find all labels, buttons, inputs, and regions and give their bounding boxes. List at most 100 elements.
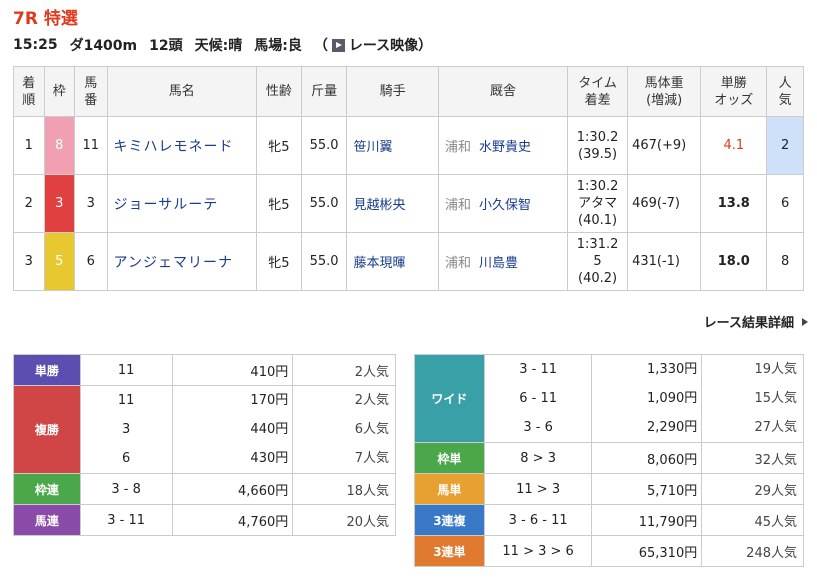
- payout-row: ワイド 3 - 11 6 - 11 3 - 6 1,330円 1,090円 2,…: [414, 354, 804, 443]
- header-rank: 着順: [13, 66, 45, 117]
- payout-combo: 3 - 8: [79, 473, 173, 505]
- payout-combo: 3 - 11: [79, 504, 173, 536]
- payout-row: 枠単 8 > 3 8,060円 32人気: [414, 442, 804, 474]
- payout-pop: 2人気 6人気 7人気: [292, 385, 396, 474]
- trainer-link[interactable]: 川島豊: [479, 256, 518, 271]
- payout-table-right: ワイド 3 - 11 6 - 11 3 - 6 1,330円 1,090円 2,…: [414, 354, 804, 567]
- jockey-cell: 藤本現暉: [346, 232, 439, 291]
- race-detail-label: レース結果詳細: [703, 316, 794, 331]
- horse-name-link[interactable]: ジョーサルーテ: [114, 197, 219, 213]
- payout-combo: 11: [79, 354, 173, 386]
- header-number: 馬番: [74, 66, 108, 117]
- payout-label: 馬単: [414, 473, 485, 505]
- payout-row: 3連複 3 - 6 - 11 11,790円 45人気: [414, 504, 804, 536]
- payout-label: ワイド: [414, 354, 485, 443]
- payout-pop: 20人気: [292, 504, 396, 536]
- body-weight-cell: 431(-1): [627, 232, 702, 291]
- stable-area: 浦和: [444, 140, 471, 155]
- time-cell: 1:30.2 (39.5): [567, 116, 629, 175]
- race-detail-link[interactable]: レース結果詳細: [704, 312, 808, 331]
- payout-yen: 5,710円: [591, 473, 703, 505]
- payout-label: 3連複: [414, 504, 485, 536]
- odds-cell: 4.1: [700, 116, 768, 175]
- payout-yen: 8,060円: [591, 442, 703, 474]
- horse-name-cell: アンジェマリーナ: [106, 232, 257, 291]
- stable-cell: 浦和 水野貴史: [437, 116, 569, 175]
- payout-pop: 2人気: [292, 354, 396, 386]
- payout-combo: 8 > 3: [483, 442, 593, 474]
- payout-pop: 18人気: [292, 473, 396, 505]
- results-header-row: 着順 枠 馬番 馬名 性齢 斤量 騎手 厩舎 タイム 着差 馬体重 (増減) 単勝オ…: [13, 66, 804, 117]
- play-icon: [331, 38, 345, 52]
- payout-combo: 11 > 3: [483, 473, 593, 505]
- payout-yen: 4,660円: [171, 473, 294, 505]
- payout-pop: 19人気 15人気 27人気: [701, 354, 804, 443]
- horse-name-cell: キミハレモネード: [106, 116, 257, 175]
- jockey-link[interactable]: 笹川翼: [353, 140, 392, 155]
- jockey-link[interactable]: 藤本現暉: [353, 256, 405, 271]
- arrow-right-icon: [802, 317, 808, 326]
- result-row: 2 3 3 ジョーサルーテ 牝5 55.0 見越彬央 浦和 小久保智 1:30.2…: [13, 174, 804, 233]
- body-weight-cell: 469(-7): [627, 174, 702, 233]
- header-odds: 単勝 オッズ: [700, 66, 768, 117]
- race-weather: 天候:晴: [194, 38, 243, 54]
- payout-row: 複勝 11 3 6 170円 440円 430円 2人気 6人気 7人気: [13, 385, 396, 474]
- odds-cell: 18.0: [700, 232, 768, 291]
- popularity-cell: 6: [766, 174, 804, 233]
- payout-row: 枠連 3 - 8 4,660円 18人気: [13, 473, 396, 505]
- payout-yen: 11,790円: [591, 504, 703, 536]
- weight-cell: 55.0: [300, 116, 348, 175]
- payout-label: 枠単: [414, 442, 485, 474]
- payout-pop: 248人気: [701, 535, 804, 567]
- header-sex-age: 性齢: [255, 66, 302, 117]
- header-time: タイム 着差: [567, 66, 629, 117]
- body-weight-cell: 467(+9): [627, 116, 702, 175]
- sex-age-cell: 牝5: [255, 174, 302, 233]
- payout-combo: 11 > 3 > 6: [483, 535, 593, 567]
- header-horse-name: 馬名: [106, 66, 257, 117]
- race-time: 15:25: [13, 37, 58, 53]
- payout-label: 3連単: [414, 535, 485, 567]
- time-cell: 1:31.2 5 (40.2): [567, 232, 629, 291]
- jockey-cell: 笹川翼: [346, 116, 439, 175]
- jockey-link[interactable]: 見越彬央: [353, 198, 405, 213]
- race-heads: 12頭: [149, 38, 183, 54]
- header-popularity: 人気: [766, 66, 804, 117]
- payout-label: 枠連: [13, 473, 81, 505]
- video-close-paren: ）: [418, 38, 433, 54]
- stable-area: 浦和: [444, 198, 471, 213]
- popularity-cell: 8: [766, 232, 804, 291]
- number-cell: 3: [74, 174, 108, 233]
- payout-combo: 11 3 6: [79, 385, 173, 474]
- payout-label: 馬連: [13, 504, 81, 536]
- horse-name-link[interactable]: アンジェマリーナ: [114, 255, 233, 271]
- result-row: 1 8 11 キミハレモネード 牝5 55.0 笹川翼 浦和 水野貴史 1:30.…: [13, 116, 804, 175]
- payout-combo: 3 - 11 6 - 11 3 - 6: [483, 354, 593, 443]
- odds-cell: 13.8: [700, 174, 768, 233]
- stable-cell: 浦和 小久保智: [437, 174, 569, 233]
- jockey-cell: 見越彬央: [346, 174, 439, 233]
- frame-cell: 8: [43, 116, 75, 175]
- stable-cell: 浦和 川島豊: [437, 232, 569, 291]
- rank-cell: 3: [13, 232, 45, 291]
- horse-name-link[interactable]: キミハレモネード: [114, 139, 234, 155]
- header-frame: 枠: [43, 66, 75, 117]
- stable-area: 浦和: [444, 256, 471, 271]
- payout-row: 単勝 11 410円 2人気: [13, 354, 396, 386]
- race-info: 15:25 ダ1400m 12頭 天候:晴 馬場:良 （ レース映像 ）: [13, 35, 432, 55]
- payout-row: 馬連 3 - 11 4,760円 20人気: [13, 504, 396, 536]
- header-jockey: 騎手: [346, 66, 439, 117]
- header-weight: 斤量: [300, 66, 348, 117]
- trainer-link[interactable]: 小久保智: [479, 198, 531, 213]
- time-cell: 1:30.2 アタマ (40.1): [567, 174, 629, 233]
- header-body-weight: 馬体重 (増減): [627, 66, 702, 117]
- race-video-link[interactable]: レース映像: [331, 35, 419, 55]
- race-title: 7R 特選: [13, 9, 78, 29]
- payout-yen: 170円 440円 430円: [171, 385, 294, 474]
- race-video-label: レース映像: [348, 38, 419, 54]
- payout-label: 単勝: [13, 354, 81, 386]
- trainer-link[interactable]: 水野貴史: [479, 140, 531, 155]
- race-course: ダ1400m: [69, 38, 138, 54]
- rank-cell: 2: [13, 174, 45, 233]
- rank-cell: 1: [13, 116, 45, 175]
